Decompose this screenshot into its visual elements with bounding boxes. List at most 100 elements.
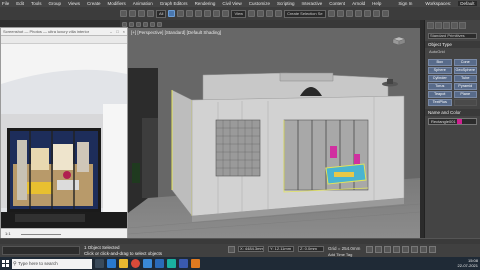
y-coordinate-field[interactable]: Y: 12.11mm — [268, 246, 294, 252]
select-move-icon[interactable] — [204, 10, 212, 17]
mail-icon[interactable] — [155, 259, 164, 268]
viewcube-icon[interactable] — [392, 36, 406, 45]
maximize-icon[interactable]: □ — [116, 29, 118, 34]
file-explorer-icon[interactable] — [119, 259, 128, 268]
create-tab-icon[interactable] — [427, 22, 434, 29]
torus-button[interactable]: Torus — [428, 83, 452, 90]
object-name-field[interactable]: Rectangle001 — [428, 118, 477, 125]
angle-snap-icon[interactable] — [266, 10, 274, 17]
layer-icon[interactable] — [345, 10, 353, 17]
curve-editor-icon[interactable] — [354, 10, 362, 17]
menu-file[interactable]: File — [2, 1, 9, 6]
task-view-icon[interactable] — [95, 259, 104, 268]
menu-help[interactable]: Help — [372, 1, 381, 6]
align-icon[interactable] — [336, 10, 344, 17]
photo-viewer-window[interactable]: Screenshot — Photos — ultra luxury villa… — [0, 27, 128, 239]
autogrid-checkbox[interactable]: AutoGrid — [428, 50, 477, 56]
zoom-slider[interactable] — [21, 234, 61, 235]
workspace-dropdown[interactable]: Default — [458, 1, 477, 6]
go-to-start-icon[interactable] — [366, 246, 373, 253]
orbit-icon[interactable] — [429, 246, 436, 253]
select-scale-icon[interactable] — [222, 10, 230, 17]
mirror-icon[interactable] — [327, 10, 335, 17]
select-by-name-icon[interactable] — [177, 10, 185, 17]
percent-snap-icon[interactable] — [275, 10, 283, 17]
material-editor-icon[interactable] — [363, 10, 371, 17]
photos-icon[interactable] — [179, 259, 188, 268]
ref-coord-dropdown[interactable]: All — [156, 9, 167, 18]
menu-interactive[interactable]: Interactive — [302, 1, 323, 6]
plane-button[interactable]: Plane — [453, 91, 477, 98]
3ds-max-icon[interactable] — [167, 259, 176, 268]
sphere-button[interactable]: Sphere — [428, 67, 452, 74]
go-to-end-icon[interactable] — [402, 246, 409, 253]
menu-rendering[interactable]: Rendering — [195, 1, 216, 6]
link-icon[interactable] — [138, 10, 145, 17]
minimize-icon[interactable]: – — [110, 29, 112, 34]
play-icon[interactable] — [384, 246, 391, 253]
taskbar-search-box[interactable]: ⚲ Type here to search — [12, 258, 92, 269]
perspective-viewport[interactable]: [+] [Perspective] [Standard] [Default Sh… — [128, 28, 420, 238]
menu-modifiers[interactable]: Modifiers — [108, 1, 126, 6]
ribbon-icon[interactable] — [150, 21, 155, 27]
motion-tab-icon[interactable] — [451, 22, 458, 29]
snap-icon[interactable] — [257, 10, 265, 17]
box-button[interactable]: Box — [428, 59, 452, 66]
object-color-swatch[interactable] — [456, 119, 462, 124]
render-icon[interactable] — [381, 10, 389, 17]
menu-graph-editors[interactable]: Graph Editors — [160, 1, 188, 6]
menu-views[interactable]: Views — [68, 1, 80, 6]
photo-viewer-titlebar[interactable]: Screenshot — Photos — ultra luxury villa… — [1, 28, 127, 36]
geosphere-button[interactable]: GeoSphere — [453, 67, 477, 74]
menu-group[interactable]: Group — [49, 1, 62, 6]
ribbon-icon[interactable] — [157, 21, 162, 27]
pan-icon[interactable] — [420, 246, 427, 253]
cone-button[interactable]: Cone — [453, 59, 477, 66]
menu-content[interactable]: Content — [329, 1, 345, 6]
ribbon-icon[interactable] — [136, 21, 141, 27]
textplus-button[interactable]: TextPlus — [428, 99, 452, 106]
zoom-icon[interactable] — [411, 246, 418, 253]
next-frame-icon[interactable] — [393, 246, 400, 253]
menu-edit[interactable]: Edit — [16, 1, 24, 6]
ribbon-icon[interactable] — [129, 21, 134, 27]
menu-create[interactable]: Create — [87, 1, 101, 6]
z-coordinate-field[interactable]: Z: 0.0mm — [298, 246, 324, 252]
previous-frame-icon[interactable] — [375, 246, 382, 253]
display-tab-icon[interactable] — [459, 22, 466, 29]
primitive-category-dropdown[interactable]: Standard Primitives — [428, 33, 477, 39]
system-tray[interactable]: 15:08 22-07-2021 — [458, 258, 478, 268]
render-setup-icon[interactable] — [372, 10, 380, 17]
hierarchy-tab-icon[interactable] — [443, 22, 450, 29]
chrome-icon[interactable] — [131, 259, 140, 268]
zoom-level[interactable]: 1:1 — [5, 231, 11, 236]
pyramid-button[interactable]: Pyramid — [453, 83, 477, 90]
menu-scripting[interactable]: Scripting — [277, 1, 295, 6]
menu-arnold[interactable]: Arnold — [352, 1, 365, 6]
tube-button[interactable]: Tube — [453, 75, 477, 82]
ribbon-icon[interactable] — [143, 21, 148, 27]
menu-civil-view[interactable]: Civil View — [222, 1, 241, 6]
store-icon[interactable] — [143, 259, 152, 268]
ribbon-icon[interactable] — [122, 21, 127, 27]
select-rotate-icon[interactable] — [213, 10, 221, 17]
menu-tools[interactable]: Tools — [31, 1, 42, 6]
teapot-button[interactable]: Teapot — [428, 91, 452, 98]
view-dropdown[interactable]: View — [231, 9, 247, 18]
select-object-icon[interactable] — [168, 10, 176, 17]
rect-selection-icon[interactable] — [186, 10, 194, 17]
redo-icon[interactable] — [129, 10, 136, 17]
edge-browser-icon[interactable] — [107, 259, 116, 268]
vlc-icon[interactable] — [191, 259, 200, 268]
named-selection-set[interactable]: Create Selection Se — [284, 9, 326, 18]
x-coordinate-field[interactable]: X: 4484.3mm — [238, 246, 264, 252]
modify-tab-icon[interactable] — [435, 22, 442, 29]
viewport-label[interactable]: [+] [Perspective] [Standard] [Default Sh… — [131, 30, 221, 35]
name-color-header[interactable]: Name and Color — [425, 109, 480, 116]
object-type-header[interactable]: Object Type — [425, 41, 480, 48]
start-button[interactable] — [0, 257, 11, 270]
lock-selection-icon[interactable] — [228, 246, 235, 253]
empty-button[interactable] — [453, 99, 477, 106]
menu-animation[interactable]: Animation — [133, 1, 153, 6]
maxscript-listener[interactable] — [2, 246, 80, 255]
